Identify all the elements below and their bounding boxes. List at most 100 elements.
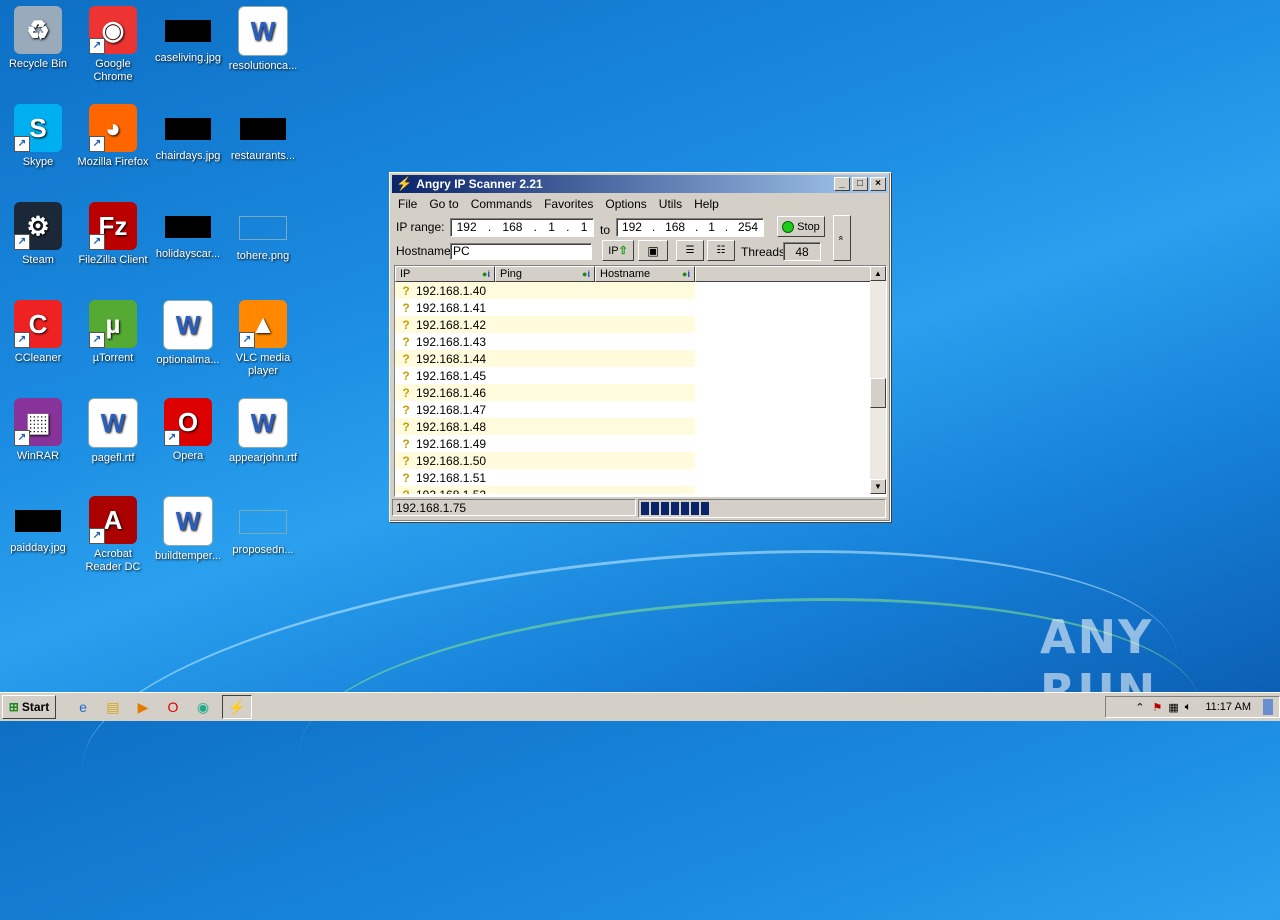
angry-ip-taskbar-icon[interactable]: ⚡	[222, 695, 252, 719]
menu-favorites[interactable]: Favorites	[538, 197, 599, 211]
chrome-taskbar-icon[interactable]: ◉	[192, 696, 214, 718]
menu-file[interactable]: File	[392, 197, 423, 211]
desktop-icon[interactable]: holidayscar...	[150, 196, 226, 261]
table-row[interactable]: ? 192.168.1.40	[395, 282, 886, 299]
image-file-icon	[165, 118, 211, 140]
desktop-icon[interactable]: proposedn...	[225, 490, 301, 557]
question-mark-icon: ?	[402, 334, 410, 349]
desktop-icon[interactable]: Wpagefl.rtf	[75, 392, 151, 465]
desktop-icon[interactable]: caseliving.jpg	[150, 0, 226, 65]
menu-help[interactable]: Help	[688, 197, 725, 211]
desktop-icon[interactable]: Wresolutionca...	[225, 0, 301, 73]
question-mark-icon: ?	[402, 368, 410, 383]
table-row[interactable]: ? 192.168.1.49	[395, 435, 886, 452]
maximize-button[interactable]: □	[852, 177, 868, 191]
desktop-icon[interactable]: ▦ ↗ WinRAR	[0, 392, 76, 463]
desktop-icon[interactable]: C ↗ CCleaner	[0, 294, 76, 365]
show-hidden-icons-icon[interactable]: ⌃	[1135, 701, 1144, 714]
desktop-icon[interactable]: A ↗ Acrobat Reader DC	[75, 490, 151, 574]
table-row[interactable]: ?192.168.1.52	[395, 486, 886, 494]
desktop-icon[interactable]: ▲ ↗ VLC media player	[225, 294, 301, 378]
row-ip: 192.168.1.42	[416, 317, 487, 332]
desktop-icon[interactable]: ◕ ↗ Mozilla Firefox	[75, 98, 151, 169]
table-row[interactable]: ? 192.168.1.48	[395, 418, 886, 435]
desktop-icon[interactable]: ◉ ↗ Google Chrome	[75, 0, 151, 84]
menu-utils[interactable]: Utils	[653, 197, 688, 211]
scroll-up-button[interactable]: ▲	[870, 266, 886, 281]
desktop-icon-label: caseliving.jpg	[154, 52, 222, 64]
explorer-taskbar-icon[interactable]: ▤	[102, 696, 124, 718]
network-icon[interactable]: ▦	[1168, 701, 1178, 714]
stop-button[interactable]: Stop	[777, 216, 825, 237]
dot-separator: .	[566, 220, 570, 234]
table-row[interactable]: ? 192.168.1.50	[395, 452, 886, 469]
desktop-icon[interactable]: Woptionalma...	[150, 294, 226, 367]
desktop-icon[interactable]: S ↗ Skype	[0, 98, 76, 169]
camera-button[interactable]: ▣	[638, 240, 668, 261]
clock[interactable]: 11:17 AM	[1205, 701, 1251, 713]
filezilla-icon: Fz ↗	[89, 202, 137, 250]
desktop-icon[interactable]: paidday.jpg	[0, 490, 76, 555]
menu-goto[interactable]: Go to	[423, 197, 464, 211]
desktop-icon[interactable]: Wbuildtemper...	[150, 490, 226, 563]
menu-commands[interactable]: Commands	[465, 197, 538, 211]
hostname-input[interactable]: PC	[450, 242, 592, 260]
row-background: ? 192.168.1.50	[395, 452, 695, 469]
table-row[interactable]: ? 192.168.1.42	[395, 316, 886, 333]
collapse-button[interactable]: «	[833, 215, 851, 261]
ip-up-button[interactable]: IP ⇧	[602, 240, 634, 261]
ip-to-input[interactable]: 192. 168. 1. 254	[616, 217, 765, 237]
desktop-icon-label: tohere.png	[236, 250, 290, 262]
word-doc-icon: W	[163, 300, 213, 350]
row-background: ? 192.168.1.44	[395, 350, 695, 367]
show-desktop-icon[interactable]	[1263, 699, 1273, 715]
ip-range-label: IP range:	[396, 220, 445, 234]
desktop-icon[interactable]: ⚙ ↗ Steam	[0, 196, 76, 267]
desktop-icon-label: Recycle Bin	[8, 58, 68, 70]
question-mark-icon: ?	[402, 436, 410, 451]
ie-taskbar-icon[interactable]: e	[72, 696, 94, 718]
title-bar[interactable]: ⚡ Angry IP Scanner 2.21 _ □ ×	[392, 175, 888, 193]
table-row[interactable]: ? 192.168.1.45	[395, 367, 886, 384]
close-button[interactable]: ×	[870, 177, 886, 191]
progress-block	[661, 502, 669, 515]
desktop-icon-label: Google Chrome	[93, 58, 133, 83]
table-row[interactable]: ? 192.168.1.47	[395, 401, 886, 418]
question-mark-icon: ?	[402, 385, 410, 400]
menu-options[interactable]: Options	[599, 197, 652, 211]
desktop-icon[interactable]: chairdays.jpg	[150, 98, 226, 163]
results-list[interactable]: IP ●i Ping ●i Hostname ●i ? 192.168.1.40?…	[394, 265, 887, 497]
class-d-button[interactable]: ☷	[707, 240, 735, 261]
table-row[interactable]: ? 192.168.1.51	[395, 469, 886, 486]
table-row[interactable]: ? 192.168.1.46	[395, 384, 886, 401]
row-background: ? 192.168.1.51	[395, 469, 695, 486]
desktop-icon[interactable]: Wappearjohn.rtf	[225, 392, 301, 465]
scroll-thumb[interactable]	[870, 378, 886, 408]
opera-taskbar-icon[interactable]: O	[162, 696, 184, 718]
minimize-button[interactable]: _	[834, 177, 850, 191]
desktop-icon[interactable]: ♻ Recycle Bin	[0, 0, 76, 71]
desktop-icon[interactable]: restaurants...	[225, 98, 301, 163]
volume-icon[interactable]: 🔈︎	[1185, 701, 1192, 714]
scroll-down-button[interactable]: ▼	[870, 479, 886, 494]
start-button[interactable]: ⊞ Start	[2, 695, 56, 719]
desktop-icon[interactable]: Fz ↗ FileZilla Client	[75, 196, 151, 267]
table-row[interactable]: ? 192.168.1.43	[395, 333, 886, 350]
column-header-hostname[interactable]: Hostname ●i	[595, 266, 695, 282]
desktop-icon[interactable]: O ↗ Opera	[150, 392, 226, 463]
class-c-button[interactable]: ☰	[676, 240, 704, 261]
table-row[interactable]: ? 192.168.1.41	[395, 299, 886, 316]
desktop-icon-label: WinRAR	[16, 450, 60, 462]
desktop-icon[interactable]: tohere.png	[225, 196, 301, 263]
info-icon: ●i	[482, 269, 490, 279]
column-header-ip[interactable]: IP ●i	[395, 266, 495, 282]
vertical-scrollbar[interactable]: ▲ ▼	[870, 266, 886, 494]
table-row[interactable]: ? 192.168.1.44	[395, 350, 886, 367]
start-label: Start	[21, 700, 50, 714]
flag-icon[interactable]: ⚑	[1152, 701, 1162, 714]
ip-from-input[interactable]: 192. 168. 1. 1	[450, 217, 594, 237]
media-player-taskbar-icon[interactable]: ▶	[132, 696, 154, 718]
angry-ip-scanner-window[interactable]: ⚡ Angry IP Scanner 2.21 _ □ × File Go to…	[389, 172, 891, 522]
desktop-icon[interactable]: µ ↗ µTorrent	[75, 294, 151, 365]
column-header-ping[interactable]: Ping ●i	[495, 266, 595, 282]
